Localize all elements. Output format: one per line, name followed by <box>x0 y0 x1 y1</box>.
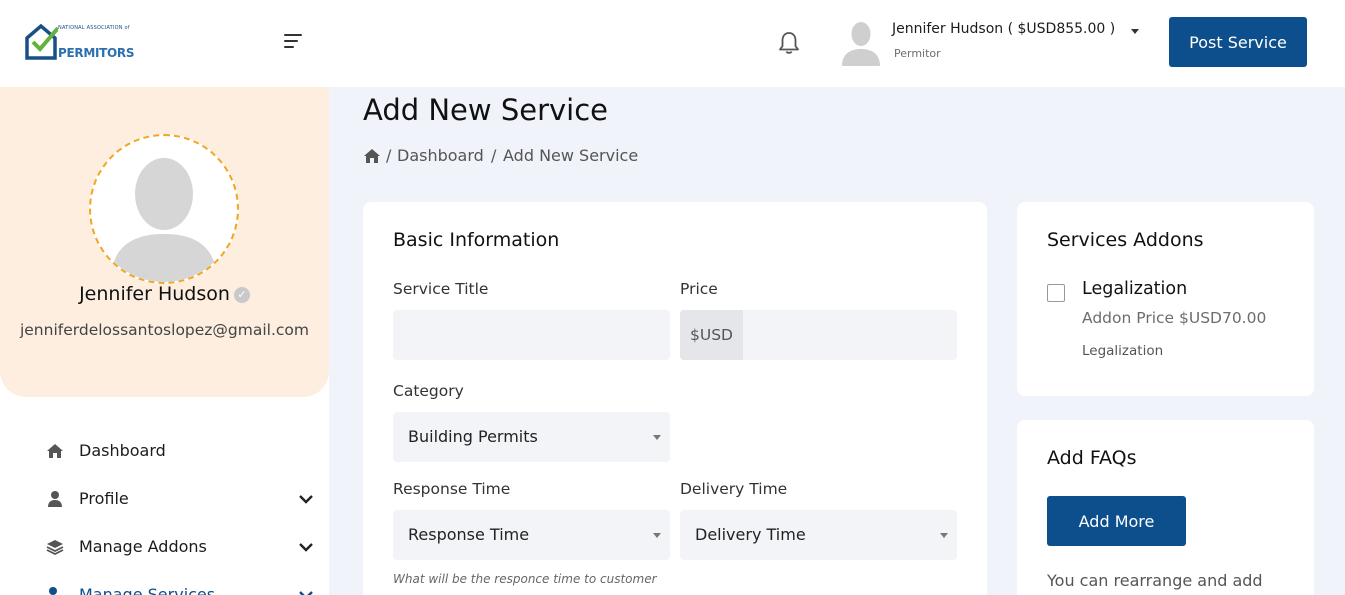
layers-icon <box>46 540 64 556</box>
delivery-time-selected-value: Delivery Time <box>695 525 806 544</box>
service-title-label: Service Title <box>393 280 489 298</box>
sidebar-item-profile[interactable]: Profile <box>0 481 329 517</box>
sidebar-item-label: Manage Addons <box>79 537 207 556</box>
chevron-down-icon[interactable] <box>298 491 314 507</box>
logo-check-icon <box>25 23 58 60</box>
post-service-button[interactable]: Post Service <box>1169 17 1307 67</box>
add-faqs-card: Add FAQs Add More You can rearrange and … <box>1017 420 1314 595</box>
response-time-selected-value: Response Time <box>408 525 530 544</box>
response-time-label: Response Time <box>393 480 511 498</box>
notification-bell-icon[interactable] <box>776 30 802 56</box>
service-title-input[interactable] <box>393 310 670 360</box>
delivery-time-label: Delivery Time <box>680 480 788 498</box>
category-selected-value: Building Permits <box>408 427 538 446</box>
user-name[interactable]: Jennifer Hudson ( $USD855.00 ) <box>892 21 1115 37</box>
category-select[interactable]: Building Permits <box>393 412 670 462</box>
price-currency-prefix: $USD <box>680 310 743 360</box>
profile-avatar <box>89 134 239 284</box>
sidebar: Jennifer Hudson ✓ jenniferdelossantoslope… <box>0 87 329 595</box>
response-time-hint: What will be the responce time to custom… <box>393 572 657 586</box>
home-icon <box>47 444 63 458</box>
logo-tagline: NATIONAL ASSOCIATION of <box>58 25 130 31</box>
addon-checkbox[interactable] <box>1047 284 1065 302</box>
addon-price: Addon Price $USD70.00 <box>1082 309 1267 327</box>
profile-name: Jennifer Hudson ✓ <box>0 283 329 305</box>
logo-name: PERMITORS <box>58 46 135 60</box>
services-addons-title: Services Addons <box>1047 229 1204 251</box>
sidebar-item-manage-services[interactable]: Manage Services <box>0 577 329 595</box>
sidebar-item-label: Profile <box>79 489 129 508</box>
user-role: Permitor <box>894 47 941 60</box>
profile-card: Jennifer Hudson ✓ jenniferdelossantoslope… <box>0 87 329 397</box>
price-label: Price <box>680 280 718 298</box>
basic-information-title: Basic Information <box>393 229 560 251</box>
category-label: Category <box>393 382 464 400</box>
user-menu-caret-icon[interactable] <box>1131 29 1139 34</box>
profile-email: jenniferdelossantoslopez@gmail.com <box>19 321 310 339</box>
verified-check-icon: ✓ <box>233 286 250 303</box>
chevron-down-icon[interactable] <box>298 539 314 555</box>
delivery-time-select[interactable]: Delivery Time <box>680 510 957 560</box>
home-icon[interactable] <box>363 148 381 164</box>
user-icon <box>48 491 62 507</box>
chevron-down-icon <box>653 533 661 538</box>
addon-name: Legalization <box>1082 279 1188 299</box>
breadcrumb-dashboard-link[interactable]: Dashboard <box>397 146 484 165</box>
price-input[interactable]: $USD <box>680 310 957 360</box>
chevron-down-icon <box>940 533 948 538</box>
sidebar-item-label: Dashboard <box>79 441 166 460</box>
basic-information-card: Basic Information Service Title Price $U… <box>363 202 987 595</box>
services-addons-card: Services Addons Legalization Addon Price… <box>1017 202 1314 396</box>
sidebar-item-dashboard[interactable]: Dashboard <box>0 433 329 469</box>
response-time-select[interactable]: Response Time <box>393 510 670 560</box>
user-avatar[interactable] <box>840 20 882 66</box>
menu-toggle-icon[interactable] <box>284 34 306 50</box>
faq-help-text: You can rearrange and add <box>1047 571 1263 590</box>
add-faqs-title: Add FAQs <box>1047 447 1137 469</box>
chevron-down-icon <box>653 435 661 440</box>
breadcrumb-current: Add New Service <box>503 146 639 165</box>
addon-description: Legalization <box>1082 343 1164 359</box>
chevron-down-icon[interactable] <box>298 587 314 595</box>
page-title: Add New Service <box>363 93 609 127</box>
add-more-button[interactable]: Add More <box>1047 496 1186 546</box>
profile-silhouette-icon <box>111 158 217 282</box>
sidebar-item-label: Manage Services <box>79 585 216 595</box>
breadcrumb-separator: / <box>491 146 497 165</box>
logo[interactable]: NATIONAL ASSOCIATION of PERMITORS <box>24 22 136 62</box>
user-gear-icon <box>49 587 57 595</box>
top-header: NATIONAL ASSOCIATION of PERMITORS Jennif… <box>0 0 1345 87</box>
sidebar-item-manage-addons[interactable]: Manage Addons <box>0 529 329 565</box>
profile-name-text: Jennifer Hudson <box>79 283 230 305</box>
breadcrumb-separator: / <box>386 146 392 165</box>
